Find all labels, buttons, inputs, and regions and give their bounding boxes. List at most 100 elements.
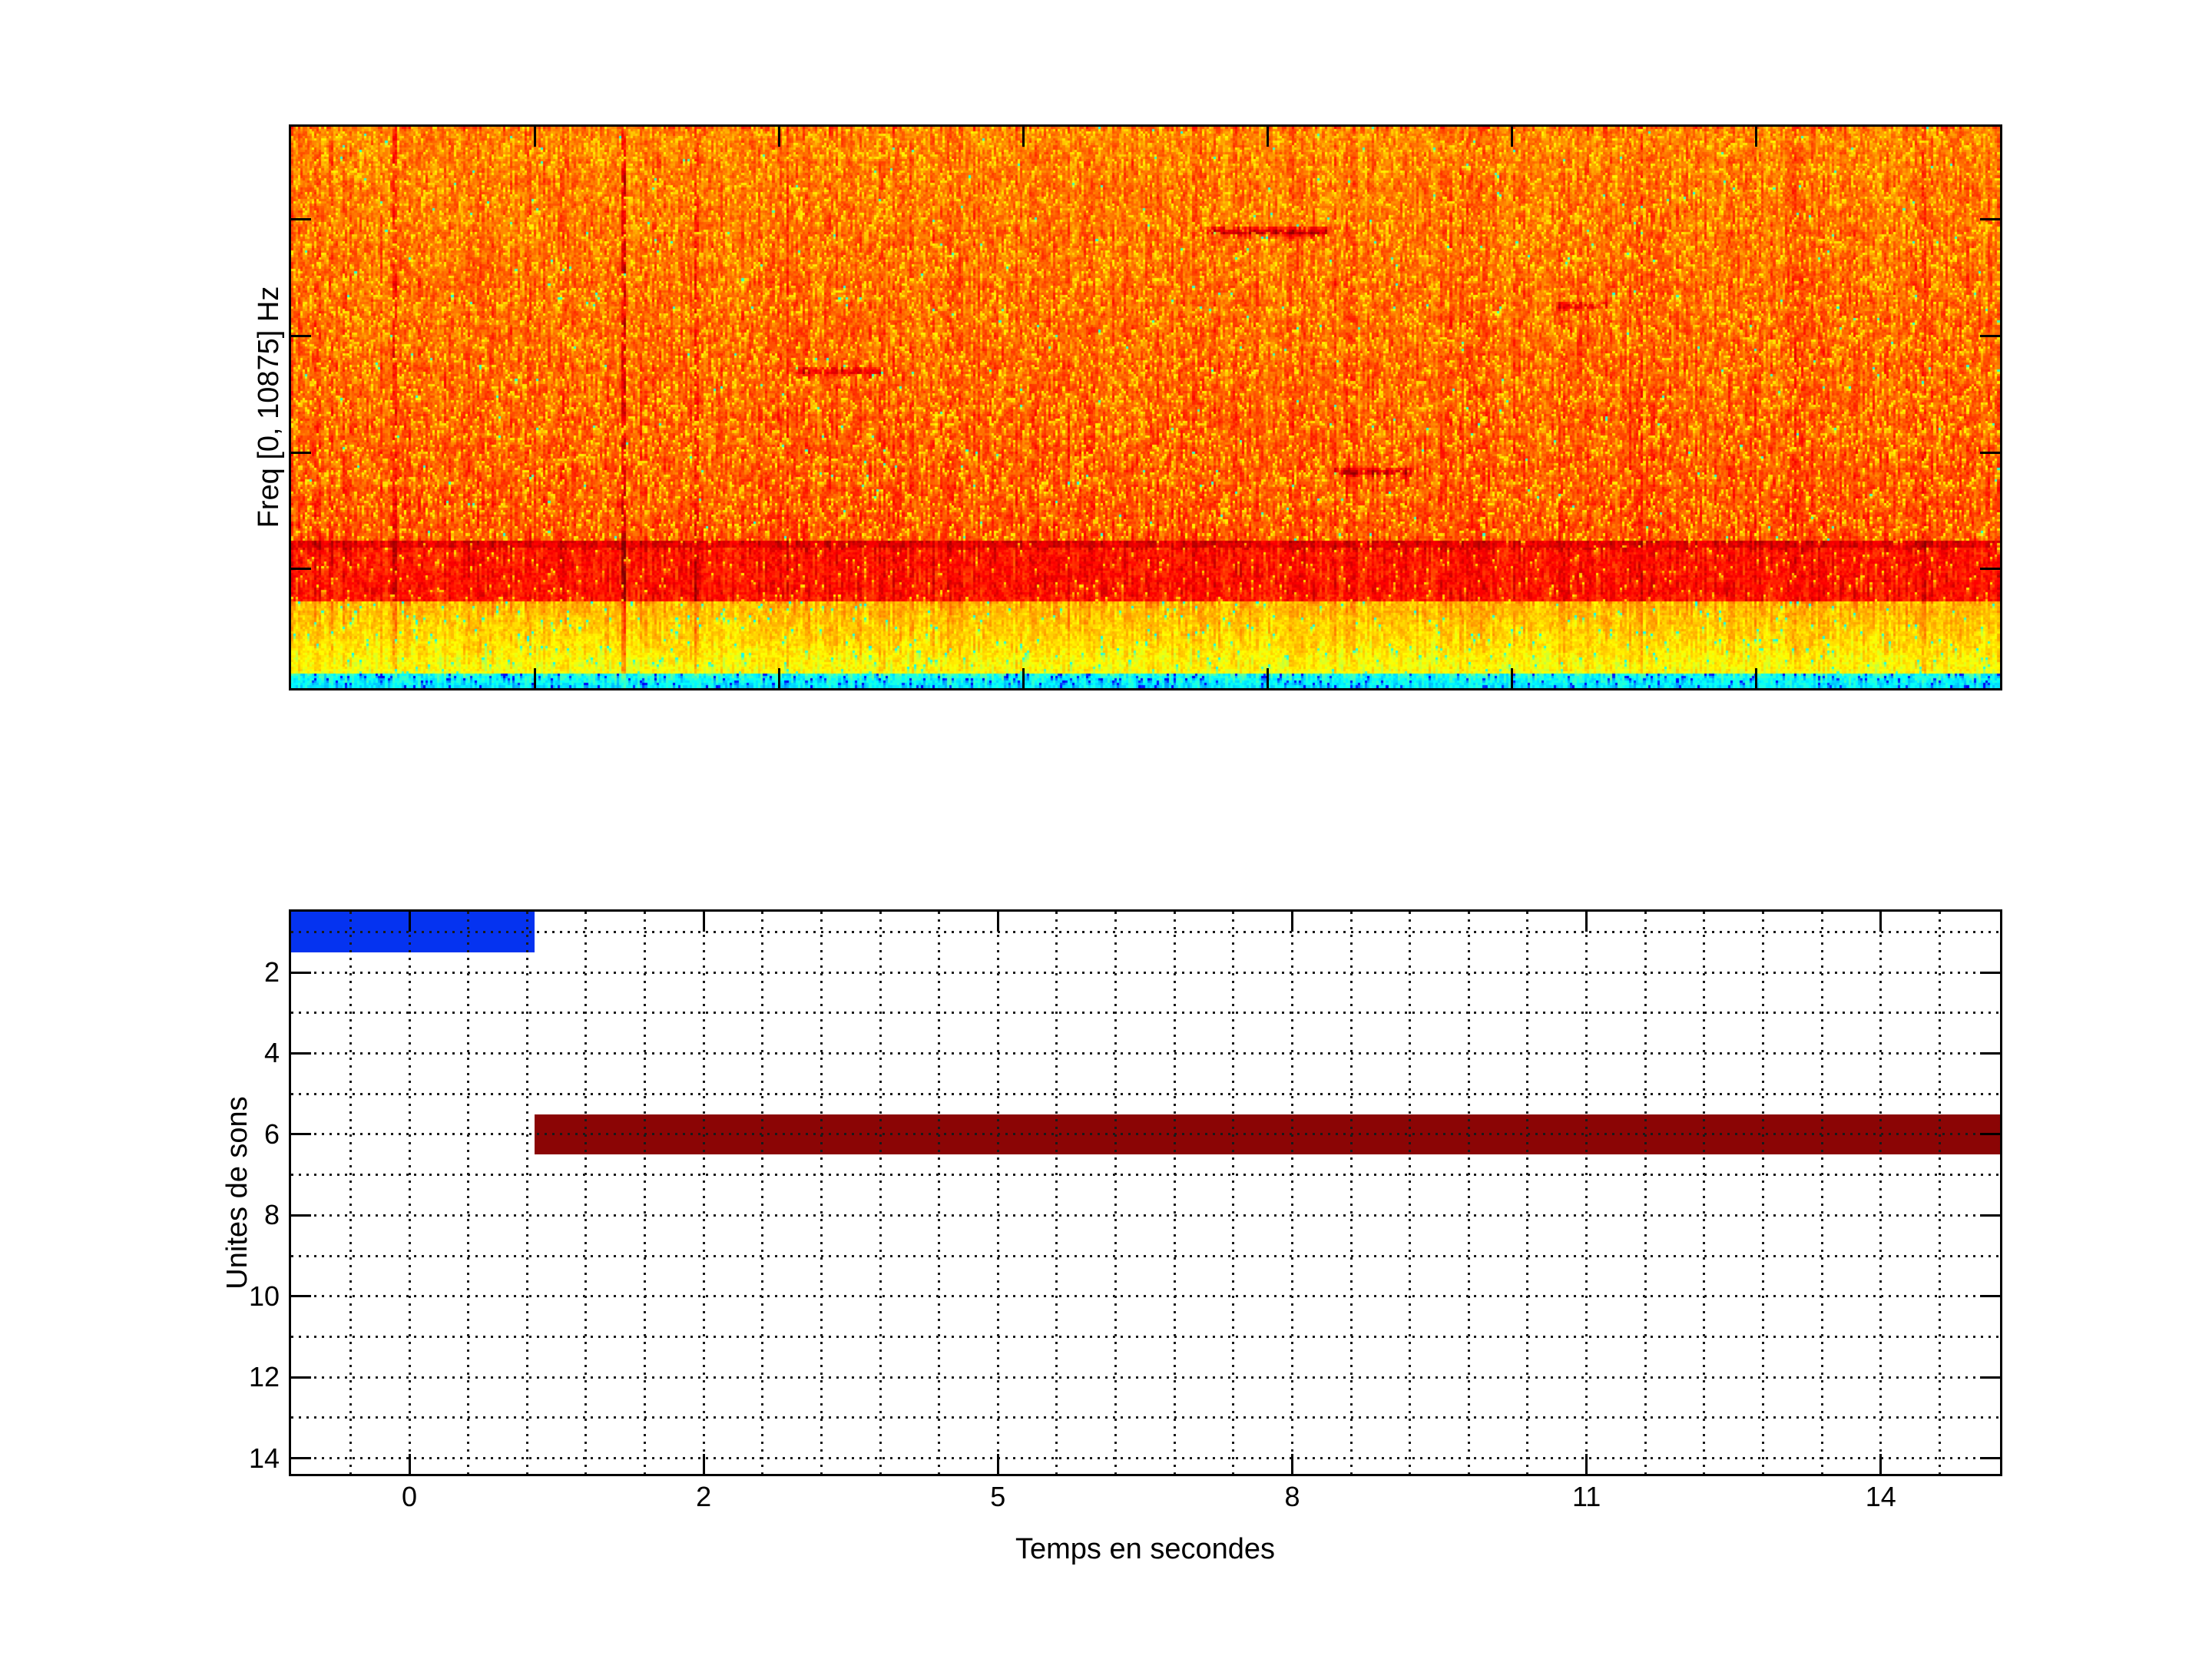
x-tick-mark bbox=[1266, 127, 1269, 147]
vertical-gridline bbox=[408, 912, 411, 1474]
y-tick-mark bbox=[1980, 567, 2000, 570]
horizontal-gridline bbox=[291, 1416, 2000, 1419]
vertical-gridline bbox=[1703, 912, 1706, 1474]
vertical-gridline bbox=[1526, 912, 1529, 1474]
y-tick-mark bbox=[291, 218, 311, 221]
vertical-gridline bbox=[1761, 912, 1764, 1474]
time-xlabel: Temps en secondes bbox=[1015, 1533, 1275, 1565]
y-tick-label: 12 bbox=[248, 1361, 280, 1393]
y-tick-mark bbox=[291, 1457, 311, 1460]
vertical-gridline bbox=[1879, 912, 1883, 1474]
x-tick-mark bbox=[996, 912, 999, 932]
vertical-gridline bbox=[584, 912, 588, 1474]
x-tick-mark bbox=[778, 127, 781, 147]
x-tick-label: 0 bbox=[401, 1481, 418, 1512]
x-tick-mark bbox=[702, 912, 705, 932]
x-tick-mark bbox=[408, 912, 411, 932]
y-tick-label: 10 bbox=[248, 1280, 280, 1312]
x-tick-mark bbox=[534, 668, 537, 688]
y-tick-mark bbox=[291, 1133, 311, 1136]
horizontal-gridline bbox=[291, 1254, 2000, 1257]
vertical-gridline bbox=[644, 912, 647, 1474]
y-tick-mark bbox=[291, 1051, 311, 1055]
vertical-gridline bbox=[1055, 912, 1058, 1474]
y-tick-mark bbox=[1980, 1376, 2000, 1379]
y-tick-mark bbox=[291, 1214, 311, 1217]
y-tick-mark bbox=[291, 567, 311, 570]
y-tick-mark bbox=[1980, 1051, 2000, 1055]
x-tick-label: 8 bbox=[1284, 1481, 1300, 1512]
y-tick-label: 2 bbox=[263, 956, 280, 988]
y-tick-mark bbox=[291, 451, 311, 454]
horizontal-gridline bbox=[291, 930, 2000, 933]
x-tick-mark bbox=[1879, 1454, 1883, 1474]
vertical-gridline bbox=[349, 912, 352, 1474]
x-tick-mark bbox=[1510, 668, 1513, 688]
spectrogram-ylabel: Freq [0, 10875] Hz bbox=[253, 286, 285, 528]
vertical-gridline bbox=[1409, 912, 1412, 1474]
horizontal-gridline bbox=[291, 1092, 2000, 1095]
vertical-gridline bbox=[702, 912, 705, 1474]
figure: Freq [0, 10875] Hz Unites de sons Temps … bbox=[0, 0, 2212, 1659]
vertical-gridline bbox=[1585, 912, 1588, 1474]
horizontal-gridline bbox=[291, 971, 2000, 974]
x-tick-mark bbox=[1022, 668, 1025, 688]
horizontal-gridline bbox=[291, 1295, 2000, 1298]
x-tick-mark bbox=[1879, 912, 1883, 932]
vertical-gridline bbox=[467, 912, 470, 1474]
vertical-gridline bbox=[1820, 912, 1823, 1474]
y-tick-mark bbox=[291, 1376, 311, 1379]
horizontal-gridline bbox=[291, 1335, 2000, 1338]
vertical-gridline bbox=[1349, 912, 1353, 1474]
y-tick-mark bbox=[291, 971, 311, 974]
vertical-gridline bbox=[1938, 912, 1941, 1474]
x-tick-mark bbox=[534, 127, 537, 147]
x-tick-mark bbox=[1585, 1454, 1588, 1474]
y-tick-label: 14 bbox=[248, 1442, 280, 1474]
y-tick-mark bbox=[1980, 335, 2000, 338]
x-tick-label: 11 bbox=[1571, 1481, 1601, 1512]
x-tick-label: 5 bbox=[990, 1481, 1006, 1512]
vertical-gridline bbox=[1467, 912, 1470, 1474]
sound-units-axes bbox=[289, 909, 2002, 1476]
horizontal-gridline bbox=[291, 1457, 2000, 1460]
y-tick-mark bbox=[1980, 1133, 2000, 1136]
horizontal-gridline bbox=[291, 1012, 2000, 1015]
spectrogram-image bbox=[291, 127, 2000, 688]
spectrogram-axes bbox=[289, 124, 2002, 690]
y-tick-mark bbox=[1980, 451, 2000, 454]
horizontal-gridline bbox=[291, 1051, 2000, 1055]
x-tick-label: 2 bbox=[696, 1481, 712, 1512]
vertical-gridline bbox=[820, 912, 823, 1474]
vertical-gridline bbox=[938, 912, 941, 1474]
vertical-gridline bbox=[879, 912, 882, 1474]
x-tick-mark bbox=[1290, 912, 1293, 932]
vertical-gridline bbox=[525, 912, 528, 1474]
x-tick-mark bbox=[408, 1454, 411, 1474]
y-tick-mark bbox=[291, 335, 311, 338]
x-tick-mark bbox=[1510, 127, 1513, 147]
x-tick-mark bbox=[1585, 912, 1588, 932]
horizontal-gridline bbox=[291, 1133, 2000, 1136]
x-tick-label: 14 bbox=[1865, 1481, 1896, 1512]
y-tick-mark bbox=[1980, 1457, 2000, 1460]
y-tick-mark bbox=[1980, 1295, 2000, 1298]
vertical-gridline bbox=[1114, 912, 1118, 1474]
x-tick-mark bbox=[1266, 668, 1269, 688]
horizontal-gridline bbox=[291, 1174, 2000, 1177]
y-tick-label: 4 bbox=[263, 1037, 280, 1069]
spectrogram-area bbox=[291, 127, 2000, 688]
x-tick-mark bbox=[1754, 127, 1757, 147]
y-tick-mark bbox=[1980, 218, 2000, 221]
x-tick-mark bbox=[702, 1454, 705, 1474]
vertical-gridline bbox=[761, 912, 764, 1474]
y-tick-mark bbox=[291, 1295, 311, 1298]
x-tick-mark bbox=[778, 668, 781, 688]
vertical-gridline bbox=[1644, 912, 1647, 1474]
x-tick-mark bbox=[996, 1454, 999, 1474]
y-tick-mark bbox=[1980, 971, 2000, 974]
x-tick-mark bbox=[1754, 668, 1757, 688]
vertical-gridline bbox=[1173, 912, 1176, 1474]
horizontal-gridline bbox=[291, 1376, 2000, 1379]
y-tick-label: 6 bbox=[263, 1118, 280, 1150]
